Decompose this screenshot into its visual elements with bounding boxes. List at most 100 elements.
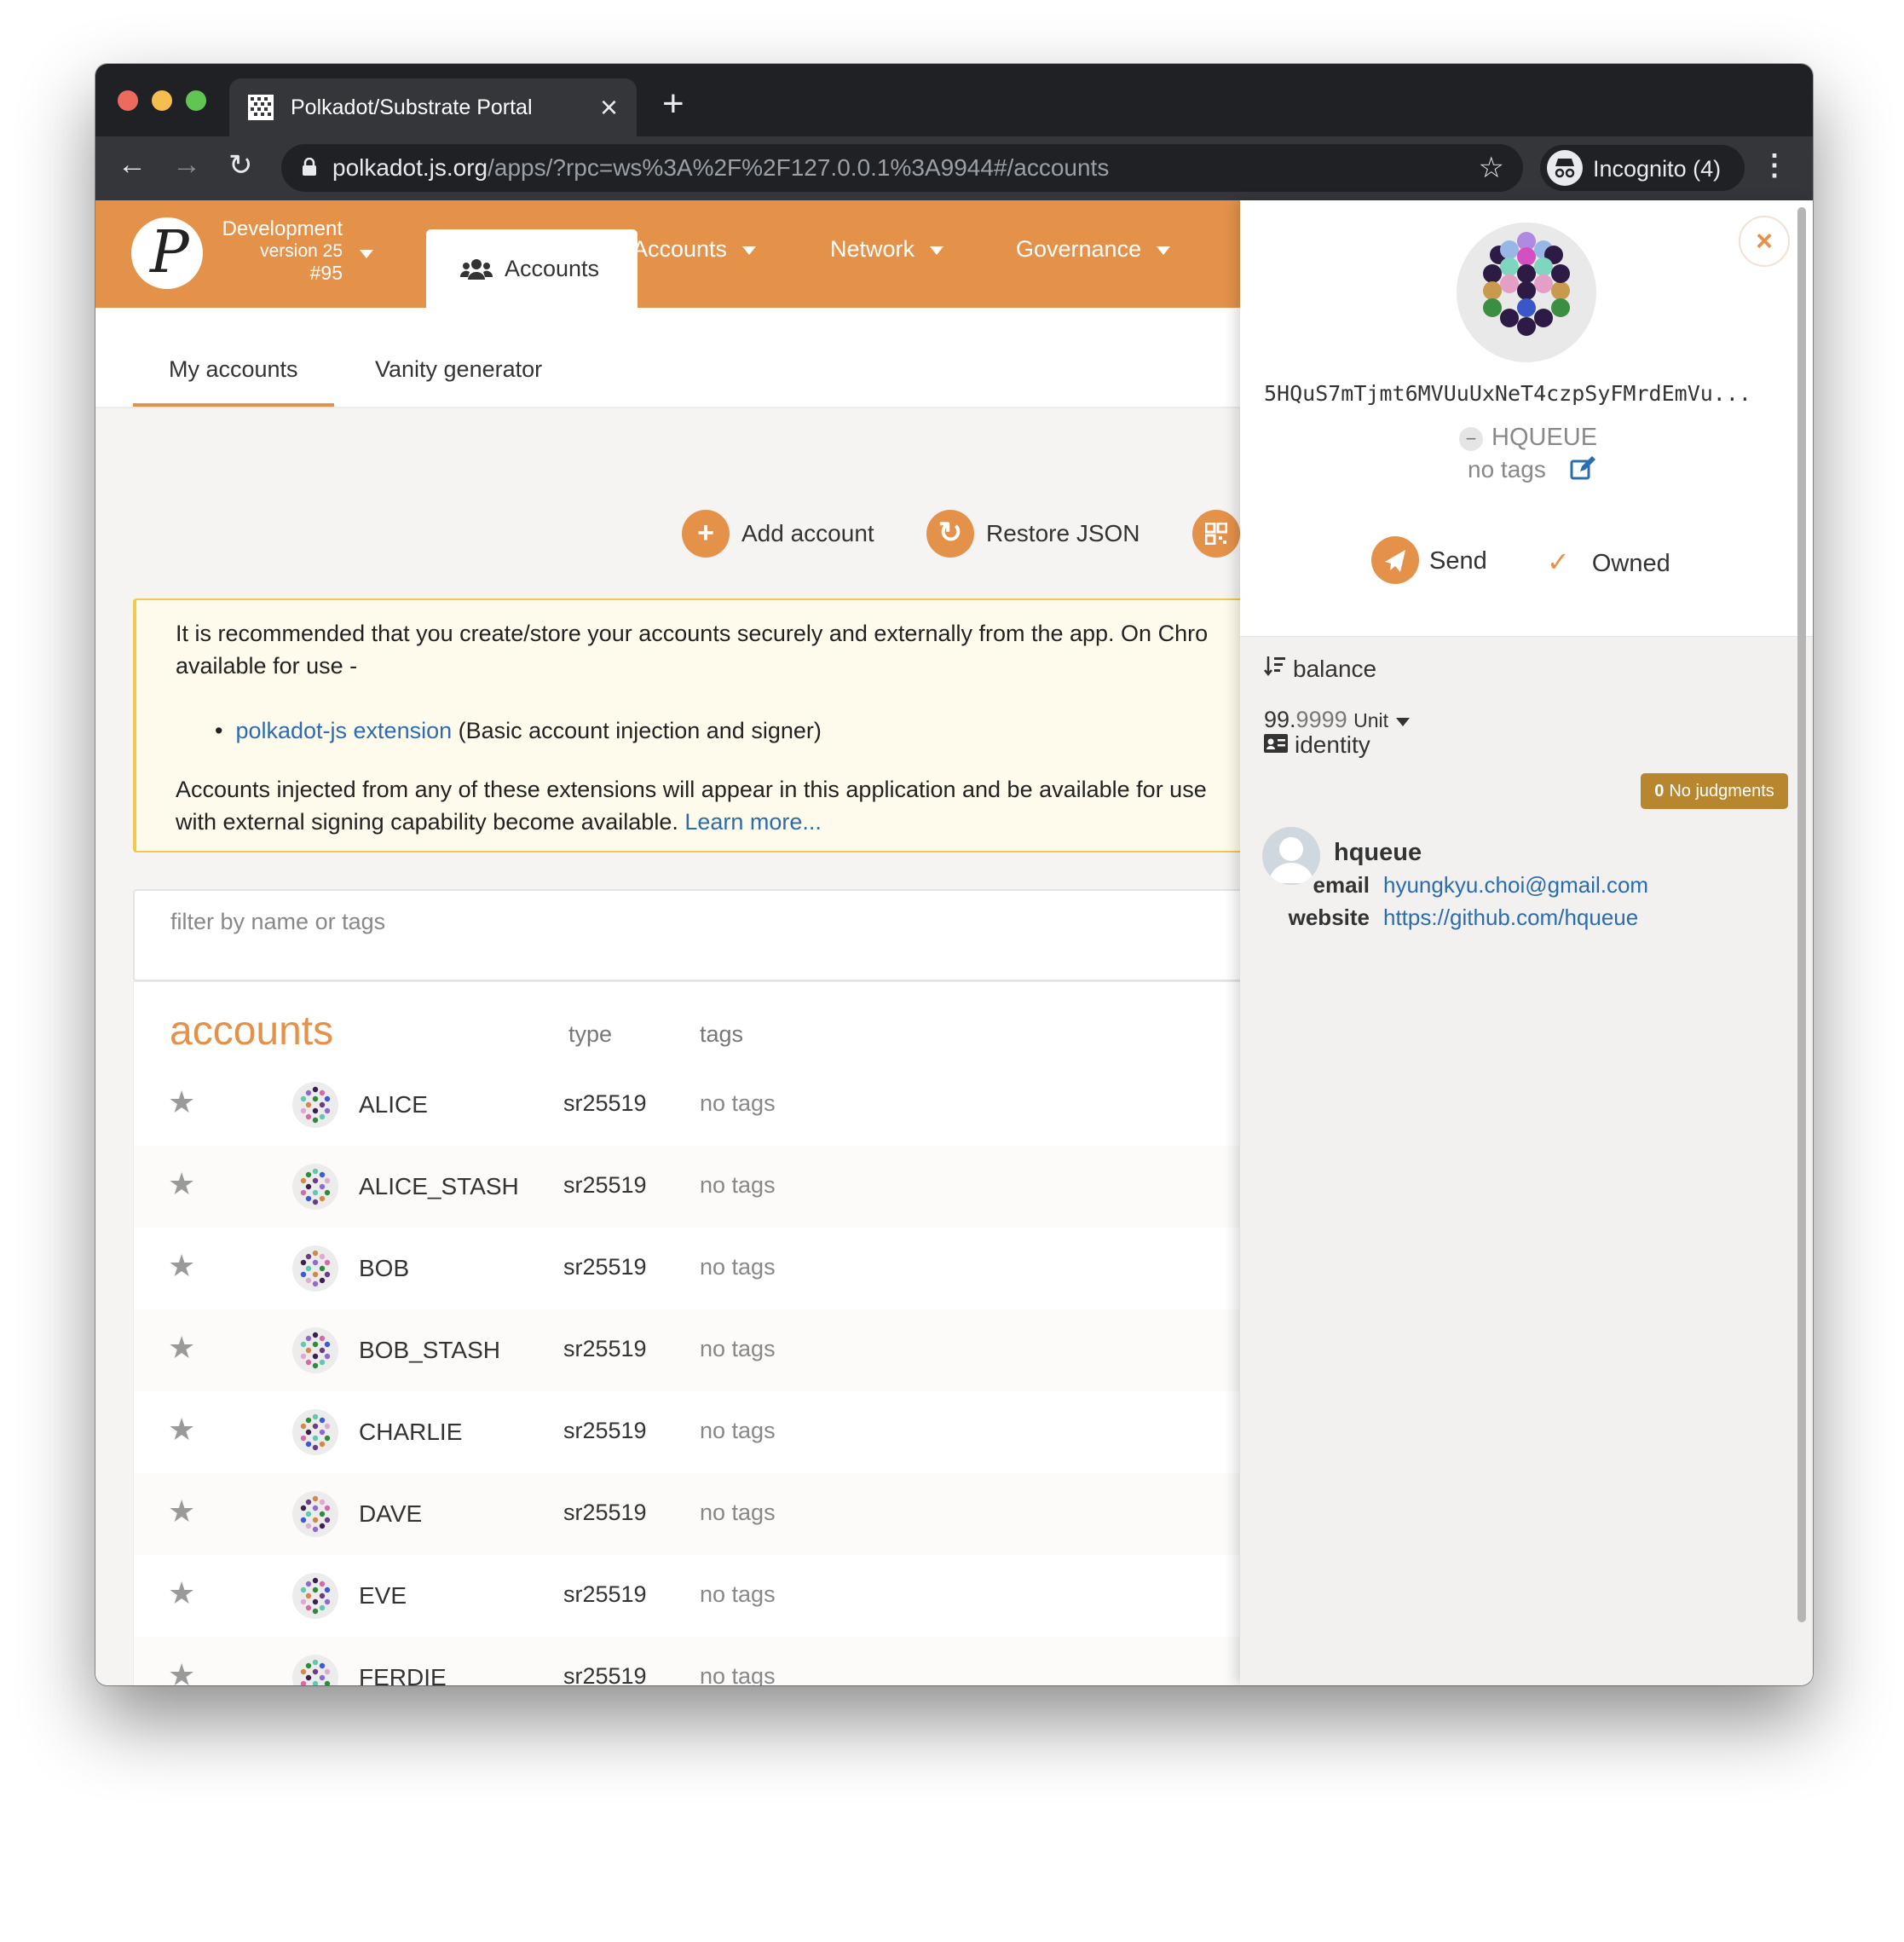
menu-network[interactable]: Network — [830, 236, 944, 263]
account-address[interactable]: 5HQuS7mTjmt6MVUuUxNeT4czpSyFMrdEmVu... — [1264, 381, 1751, 406]
new-tab-button[interactable]: + — [662, 83, 684, 125]
identicon[interactable] — [292, 1164, 338, 1210]
favorite-star-icon[interactable]: ★ — [168, 1657, 195, 1685]
account-row[interactable]: ★ FERDIE sr25519 no tags — [134, 1637, 1257, 1685]
account-row[interactable]: ★ BOB sr25519 no tags — [134, 1228, 1257, 1309]
close-sidebar-button[interactable]: × — [1739, 216, 1790, 267]
identicon-dot — [1551, 264, 1570, 283]
browser-tab[interactable]: Polkadot/Substrate Portal × — [229, 78, 637, 136]
tab-vanity-generator[interactable]: Vanity generator — [375, 356, 542, 383]
address-bar[interactable]: polkadot.js.org/apps/?rpc=ws%3A%2F%2F127… — [281, 144, 1523, 192]
balance-value[interactable]: 99.9999 Unit — [1264, 707, 1388, 733]
sidebar-tags: no tags — [1468, 456, 1546, 483]
email-link[interactable]: hyungkyu.choi@gmail.com — [1383, 872, 1648, 899]
tab-my-accounts[interactable]: My accounts — [133, 356, 334, 407]
extension-link[interactable]: polkadot-js extension — [235, 718, 452, 743]
favorite-star-icon[interactable]: ★ — [168, 1494, 195, 1529]
minimize-window-button[interactable] — [152, 90, 172, 111]
favorite-star-icon[interactable]: ★ — [168, 1575, 195, 1611]
maximize-window-button[interactable] — [186, 90, 206, 111]
identicon-dot — [1551, 281, 1570, 300]
reload-icon[interactable]: ↻ — [228, 148, 253, 182]
website-label: website — [1288, 905, 1370, 930]
identicon[interactable] — [292, 1246, 338, 1292]
filter-input[interactable] — [170, 905, 1023, 939]
account-sidebar: × 5HQuS7mTjmt6MVUuUxNeT4czpSyFMrdEmVu...… — [1240, 200, 1813, 1685]
website-link[interactable]: https://github.com/hqueue — [1383, 905, 1638, 931]
tab-close-icon[interactable]: × — [600, 90, 618, 125]
account-tags: no tags — [700, 1418, 776, 1443]
account-name: DAVE — [359, 1500, 423, 1527]
favorite-star-icon[interactable]: ★ — [168, 1084, 195, 1120]
menu-governance-label: Governance — [1016, 236, 1142, 262]
incognito-label: Incognito (4) — [1593, 156, 1722, 182]
favorite-star-icon[interactable]: ★ — [168, 1330, 195, 1366]
account-row[interactable]: ★ ALICE_STASH sr25519 no tags — [134, 1146, 1257, 1228]
identicon[interactable] — [292, 1082, 338, 1128]
identicon-dot — [1534, 275, 1553, 293]
menu-accounts[interactable]: Accounts — [632, 236, 757, 263]
identicon-dot — [1517, 264, 1536, 283]
owned-label: Owned — [1591, 550, 1670, 577]
account-row[interactable]: ★ CHARLIE sr25519 no tags — [134, 1391, 1257, 1473]
favorite-star-icon[interactable]: ★ — [168, 1248, 195, 1284]
account-type: sr25519 — [563, 1336, 647, 1361]
close-window-button[interactable] — [118, 90, 138, 111]
chain-caret-icon[interactable] — [360, 250, 373, 258]
identity-label: identity — [1295, 731, 1370, 758]
balance-expand-icon[interactable] — [1396, 718, 1410, 726]
edit-icon[interactable] — [1570, 456, 1595, 482]
menu-accounts-label: Accounts — [632, 236, 728, 262]
back-icon[interactable]: ← — [118, 148, 147, 182]
warning-line-2: available for use - — [176, 653, 358, 679]
app-content: P Development version 25 #95 Accounts Ac… — [95, 200, 1813, 1685]
identicon[interactable] — [292, 1491, 338, 1537]
identicon-dot — [1517, 298, 1536, 317]
extension-warning-box: It is recommended that you create/store … — [133, 598, 1258, 853]
account-row[interactable]: ★ ALICE sr25519 no tags — [134, 1064, 1257, 1146]
learn-more-link[interactable]: Learn more... — [684, 809, 822, 835]
judgement-label: No judgments — [1669, 782, 1774, 800]
judgement-badge: 0 No judgments — [1641, 773, 1788, 809]
favorite-star-icon[interactable]: ★ — [168, 1412, 195, 1448]
check-icon: ✓ — [1547, 546, 1570, 577]
identicon[interactable] — [292, 1409, 338, 1455]
identicon-dot — [1517, 281, 1536, 300]
add-account-label: Add account — [741, 520, 874, 546]
account-row[interactable]: ★ BOB_STASH sr25519 no tags — [134, 1309, 1257, 1391]
identicon[interactable] — [292, 1655, 338, 1685]
forward-icon[interactable]: → — [172, 148, 201, 182]
chain-version: version 25 — [260, 241, 343, 261]
identicon-dot — [1483, 298, 1502, 317]
plus-icon: + — [682, 510, 730, 558]
filter-box — [133, 889, 1258, 981]
account-tags: no tags — [700, 1254, 776, 1280]
account-name: FERDIE — [359, 1664, 447, 1685]
id-card-icon — [1264, 731, 1288, 759]
incognito-profile-button[interactable]: Incognito (4) — [1540, 145, 1745, 191]
identicon-large[interactable] — [1457, 223, 1596, 362]
identicon[interactable] — [292, 1327, 338, 1373]
favorite-star-icon[interactable]: ★ — [168, 1166, 195, 1202]
account-tags: no tags — [700, 1581, 776, 1607]
bookmark-star-icon[interactable]: ☆ — [1479, 151, 1504, 185]
chevron-down-icon — [930, 246, 944, 255]
menu-governance[interactable]: Governance — [1016, 236, 1171, 263]
balance-label: balance — [1293, 656, 1377, 682]
send-label: Send — [1429, 547, 1487, 575]
account-type: sr25519 — [563, 1581, 647, 1607]
sub-navigation: My accounts Vanity generator — [95, 308, 1242, 408]
account-row[interactable]: ★ DAVE sr25519 no tags — [134, 1473, 1257, 1555]
users-icon — [459, 258, 493, 286]
warning-line-4-text: with external signing capability become … — [176, 809, 685, 835]
account-type: sr25519 — [563, 1663, 647, 1685]
tab-accounts-active[interactable]: Accounts — [426, 229, 638, 308]
accounts-table: accounts type tags ★ ALICE sr25519 no tags ★… — [133, 981, 1258, 1685]
account-row[interactable]: ★ EVE sr25519 no tags — [134, 1555, 1257, 1637]
browser-menu-icon[interactable]: ⋮ — [1760, 148, 1789, 182]
incognito-icon — [1547, 150, 1583, 186]
sidebar-scrollbar[interactable] — [1797, 207, 1808, 1622]
identicon[interactable] — [292, 1573, 338, 1619]
chain-selector[interactable]: Development version 25 #95 — [215, 217, 343, 285]
polkadot-logo-icon[interactable]: P — [131, 217, 203, 289]
